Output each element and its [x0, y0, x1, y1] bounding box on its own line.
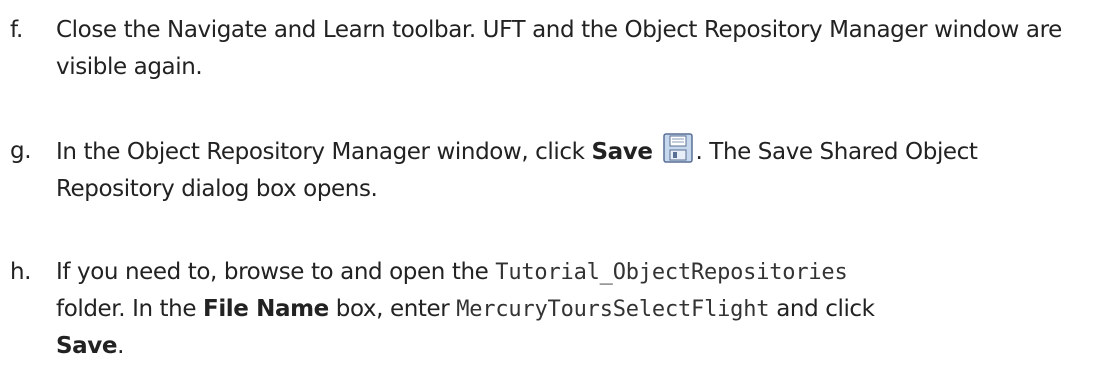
step-text: Close the Navigate and Learn toolbar. UF… [56, 12, 1090, 86]
save-label: Save [591, 139, 653, 165]
folder-name-code: Tutorial_ObjectRepositories [495, 260, 848, 285]
step-text-3: box, enter [328, 296, 457, 322]
file-name-label: File Name [203, 296, 329, 322]
save-icon [663, 133, 694, 163]
step-h: h. If you need to, browse to and open th… [10, 254, 1090, 365]
step-f: f. Close the Navigate and Learn toolbar.… [10, 12, 1090, 86]
step-marker: g. [10, 138, 32, 164]
step-text-before: In the Object Repository Manager window,… [56, 139, 592, 165]
document-page: f. Close the Navigate and Learn toolbar.… [0, 0, 1094, 383]
step-g: g. In the Object Repository Manager wind… [10, 133, 1090, 208]
step-text: In the Object Repository Manager window,… [56, 133, 1090, 208]
step-marker: h. [10, 259, 32, 285]
step-text-2: folder. In the [56, 296, 204, 322]
step-text-1: If you need to, browse to and open the [56, 259, 496, 285]
step-text-5: . [117, 333, 124, 359]
repository-name-code: MercuryToursSelectFlight [456, 297, 770, 322]
step-text-body: Close the Navigate and Learn toolbar. UF… [56, 17, 1062, 80]
step-text: If you need to, browse to and open the T… [56, 254, 1090, 365]
step-text-4: and click [769, 296, 875, 322]
step-marker: f. [10, 17, 23, 43]
save-label: Save [56, 333, 118, 359]
